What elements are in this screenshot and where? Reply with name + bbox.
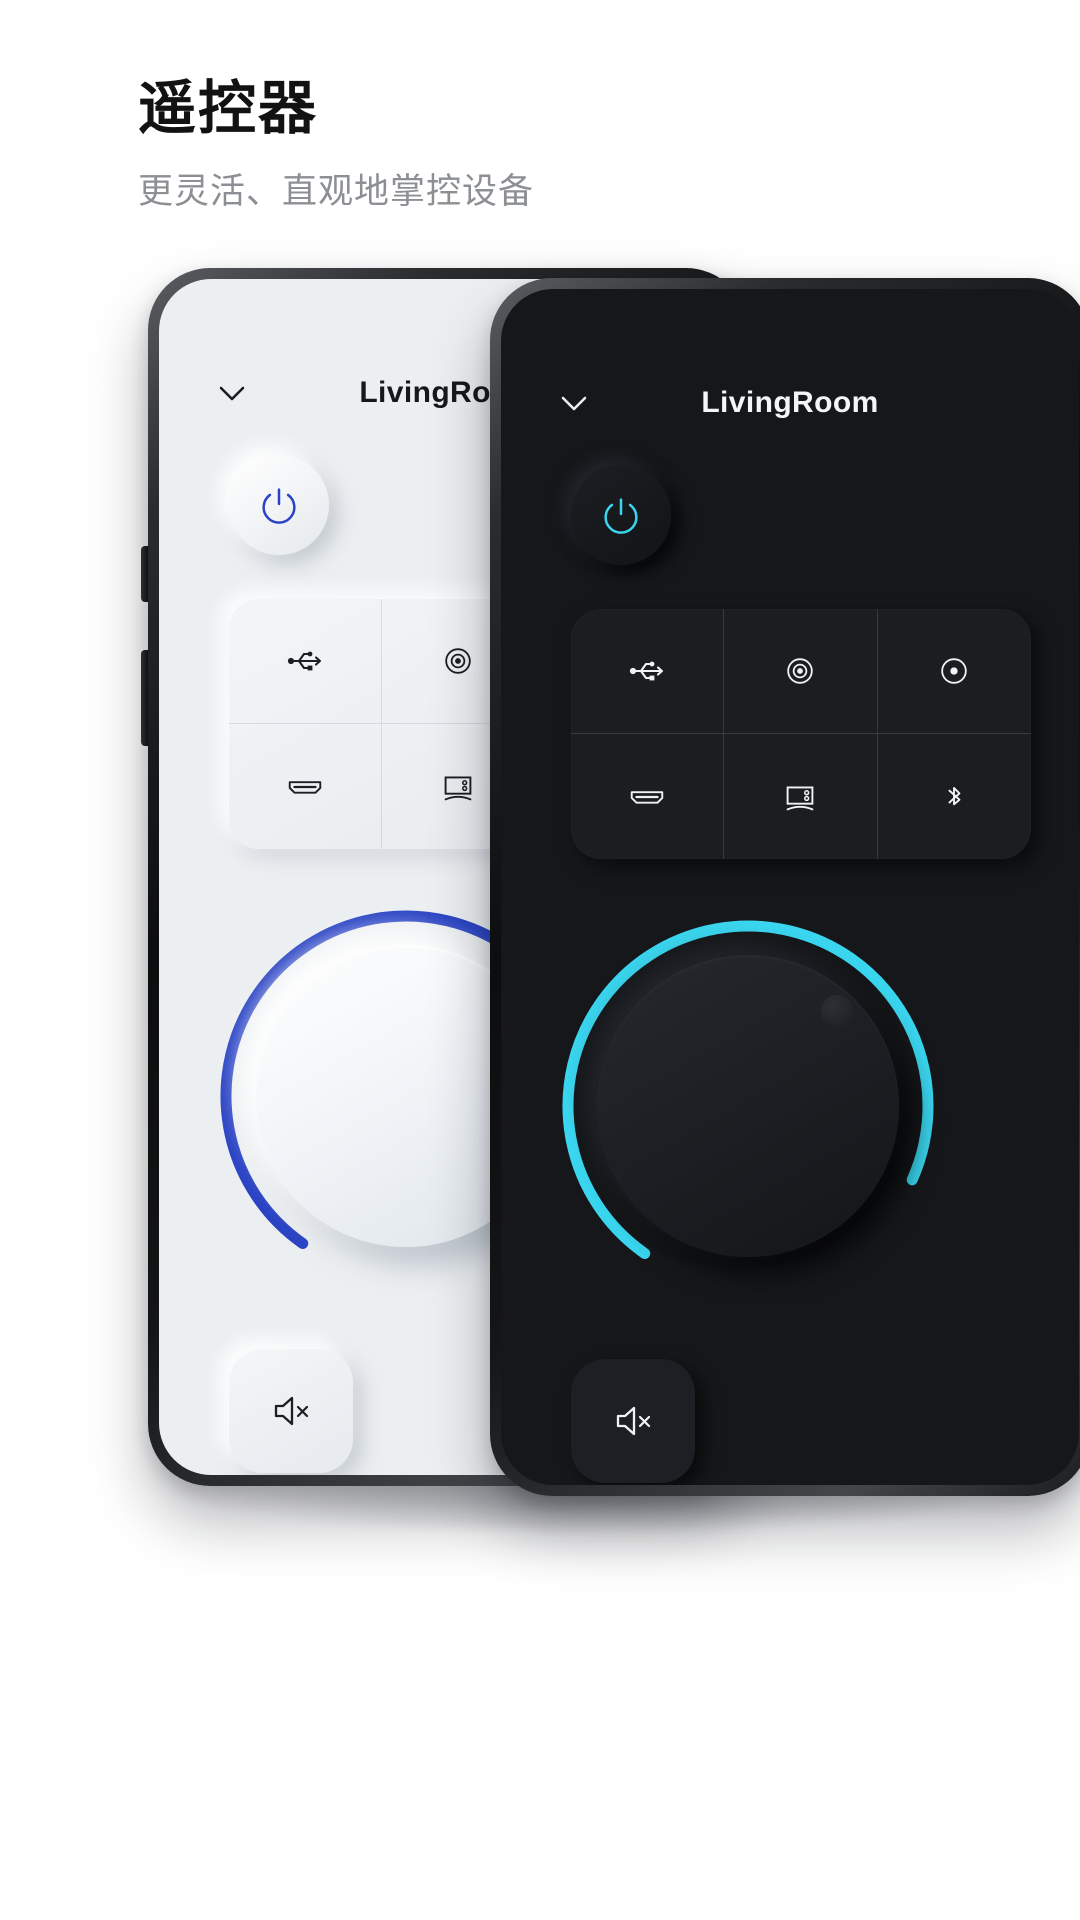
power-button[interactable] [229, 455, 329, 555]
mute-button[interactable] [571, 1359, 695, 1483]
speaker-mute-icon [609, 1399, 657, 1443]
source-usb[interactable] [229, 599, 383, 724]
bluetooth-icon [934, 777, 974, 817]
source-optical[interactable] [724, 609, 878, 734]
phone-mockups: LivingRoom LivingRoom [0, 0, 1080, 1920]
phone-dark: LivingRoom [490, 278, 1080, 1496]
source-av-receiver[interactable] [724, 734, 878, 859]
optical-icon [780, 651, 820, 691]
remote-screen-dark: LivingRoom [501, 289, 1079, 1485]
coax-icon [934, 651, 974, 691]
source-usb[interactable] [571, 609, 725, 734]
speaker-mute-icon [267, 1389, 315, 1433]
volume-knob-dark[interactable] [553, 911, 943, 1301]
usb-icon [625, 649, 669, 693]
mute-button[interactable] [229, 1349, 353, 1473]
chevron-down-icon[interactable] [215, 376, 249, 410]
source-coax[interactable] [877, 609, 1031, 734]
phone-side-button-power[interactable] [141, 650, 148, 746]
usb-icon [283, 639, 327, 683]
av-receiver-icon [437, 766, 479, 808]
volume-knob-indicator [821, 995, 853, 1027]
hdmi-icon [624, 776, 670, 818]
volume-knob-face[interactable] [597, 955, 899, 1257]
power-button[interactable] [571, 465, 671, 565]
optical-icon [438, 641, 478, 681]
source-hdmi[interactable] [229, 724, 383, 849]
phone-side-button-volume[interactable] [141, 546, 148, 602]
hdmi-icon [282, 766, 328, 808]
topbar-dark: LivingRoom [501, 375, 1079, 431]
chevron-down-icon[interactable] [557, 386, 591, 420]
av-receiver-icon [779, 776, 821, 818]
source-grid-dark [571, 609, 1031, 859]
source-hdmi[interactable] [571, 734, 725, 859]
source-bluetooth[interactable] [878, 734, 1031, 859]
